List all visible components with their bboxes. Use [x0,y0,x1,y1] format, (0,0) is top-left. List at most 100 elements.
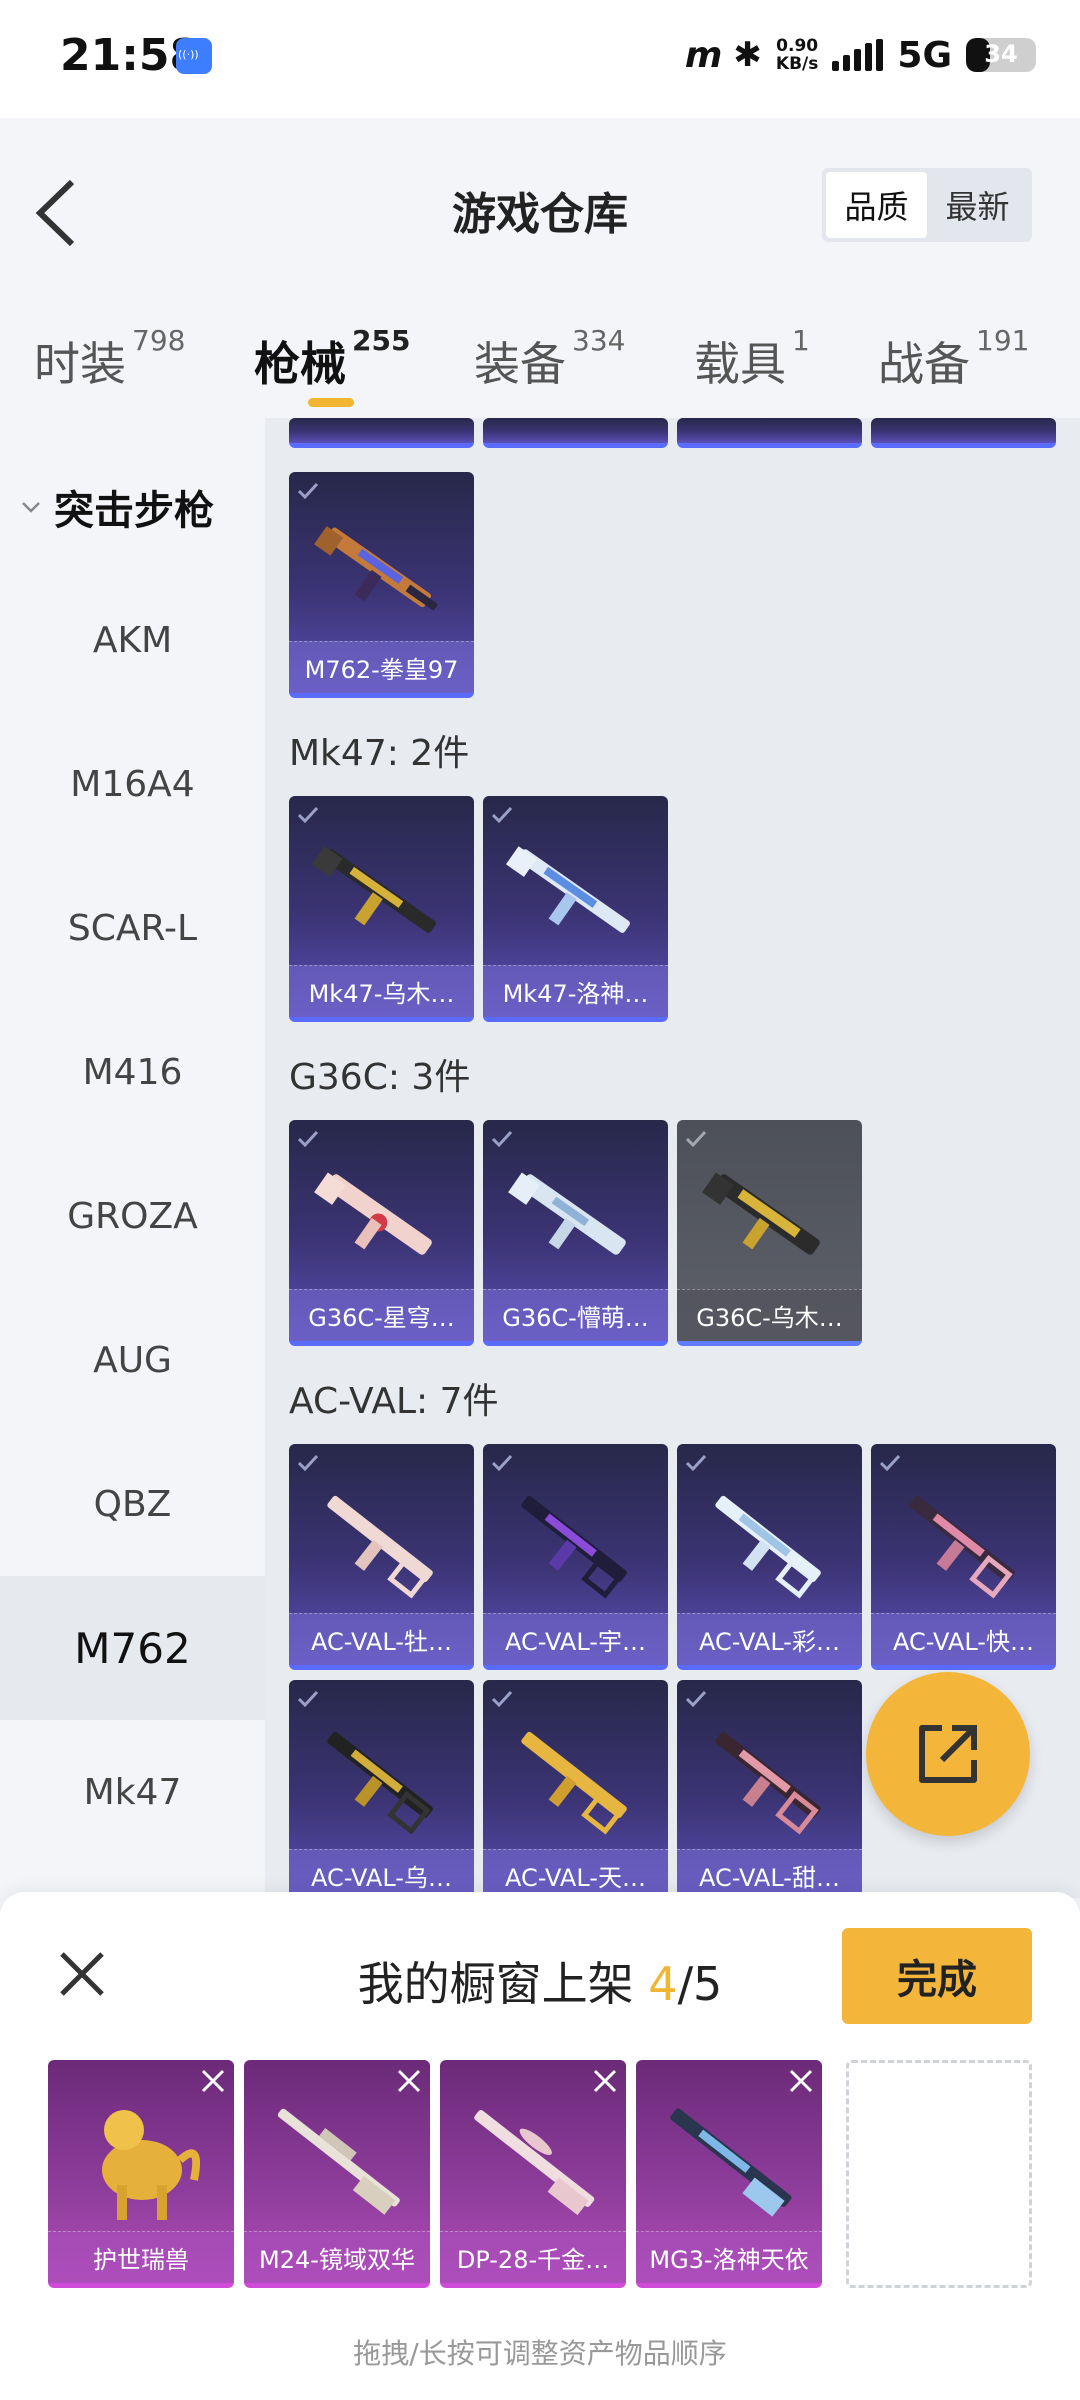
weapon-card[interactable]: AC-VAL-快… [871,1444,1056,1670]
battery-icon: 34 [966,38,1036,72]
check-icon [297,806,319,824]
showcase-item[interactable]: MG3-洛神天依 [636,2060,822,2288]
check-icon [297,1130,319,1148]
battery-level: 34 [984,40,1018,68]
weapon-card[interactable] [871,418,1056,448]
weapon-card-label: AC-VAL-宇… [483,1613,668,1665]
sort-newest-option[interactable]: 最新 [927,172,1028,238]
weapon-card[interactable]: AC-VAL-彩… [677,1444,862,1670]
active-tab-indicator [308,398,354,407]
machine-gun-icon [670,2108,792,2217]
status-bar: 21:58 m ✱ 0.90 KB/s 5G 34 [0,0,1080,118]
rifle-icon [327,1495,433,1599]
weapon-card[interactable]: M762-拳皇97 [289,472,474,698]
network-speed-unit: KB/s [775,54,819,74]
tab-supplies[interactable]: 战备 191 [878,324,1029,394]
rifle-icon [508,1172,626,1255]
check-icon [297,482,319,500]
rifle-icon [314,526,439,611]
network-speed: 0.90 KB/s [776,37,818,73]
sidebar-item-qbz[interactable]: QBZ [0,1432,265,1576]
tab-fashion[interactable]: 时装 798 [34,324,185,394]
weapon-sidebar: 突击步枪 AKM M16A4 SCAR-L M416 GROZA AUG QBZ… [0,418,265,1898]
sidebar-item-mk47[interactable]: Mk47 [0,1720,265,1864]
carrier-logo-icon: m [684,34,722,76]
rifle-icon [314,1172,432,1255]
network-type: 5G [897,34,952,76]
rifle-icon [521,1495,627,1599]
weapon-card-label: AC-VAL-牡… [289,1613,474,1665]
weapon-card[interactable]: Mk47-乌木… [289,796,474,1022]
header: 游戏仓库 品质 最新 时装 798 枪械 255 装备 334 载具 1 战备 191 [0,118,1080,418]
chevron-down-icon [22,502,40,513]
weapon-card-label: AC-VAL-甜… [677,1849,862,1898]
done-button[interactable]: 完成 [842,1928,1032,2024]
tab-vehicles-count: 1 [792,324,810,357]
tab-supplies-count: 191 [976,324,1030,357]
empty-showcase-slot[interactable] [846,2060,1032,2288]
weapon-card[interactable]: AC-VAL-天… [483,1680,668,1898]
tab-guns[interactable]: 枪械 255 [254,324,410,394]
check-icon [685,1130,707,1148]
tab-vehicles[interactable]: 载具 1 [694,324,810,394]
sidebar-item-akm[interactable]: AKM [0,568,265,712]
weapon-card[interactable]: G36C-乌木… [677,1120,862,1346]
showcase-item[interactable]: DP-28-千金… [440,2060,626,2288]
check-icon [685,1690,707,1708]
sidebar-item-m16a4[interactable]: M16A4 [0,712,265,856]
tab-guns-label: 枪械 [254,337,346,391]
weapon-card-label: M762-拳皇97 [289,641,474,693]
rifle-icon [909,1495,1015,1599]
weapon-card[interactable] [289,418,474,448]
share-button[interactable] [866,1672,1030,1836]
showcase-item-label: M24-镜域双华 [244,2231,430,2283]
category-tabs: 时装 798 枪械 255 装备 334 载具 1 战备 191 [0,318,1080,418]
section-title-mk47: Mk47: 2件 [289,733,470,774]
weapon-card-label: AC-VAL-快… [871,1613,1056,1665]
sidebar-item-groza[interactable]: GROZA [0,1144,265,1288]
check-icon [491,1454,513,1472]
tab-guns-count: 255 [352,324,411,357]
sidebar-item-scar-l[interactable]: SCAR-L [0,856,265,1000]
showcase-item[interactable]: 护世瑞兽 [48,2060,234,2288]
rifle-icon [702,1172,820,1255]
weapon-card-label: Mk47-洛神… [483,965,668,1017]
showcase-item-label: DP-28-千金… [440,2231,626,2283]
tab-equipment[interactable]: 装备 334 [474,324,625,394]
check-icon [297,1690,319,1708]
sidebar-group-assault-rifles[interactable]: 突击步枪 [20,478,214,536]
rifle-icon [505,846,630,933]
check-icon [491,1690,513,1708]
tab-vehicles-label: 载具 [694,337,786,391]
sort-toggle[interactable]: 品质 最新 [822,168,1032,242]
showcase-item-label: MG3-洛神天依 [636,2231,822,2283]
weapon-card[interactable]: AC-VAL-乌… [289,1680,474,1898]
sidebar-item-m416[interactable]: M416 [0,1000,265,1144]
weapon-card[interactable] [483,418,668,448]
sniper-rifle-icon [277,2108,400,2215]
check-icon [491,1130,513,1148]
weapon-card[interactable]: Mk47-洛神… [483,796,668,1022]
status-icons: m ✱ 0.90 KB/s 5G 34 [685,30,1036,80]
tab-fashion-count: 798 [132,324,186,357]
weapon-card[interactable]: AC-VAL-宇… [483,1444,668,1670]
check-icon [297,1454,319,1472]
showcase-item[interactable]: M24-镜域双华 [244,2060,430,2288]
sidebar-item-m762[interactable]: M762 [0,1576,265,1720]
sidebar-item-aug[interactable]: AUG [0,1288,265,1432]
weapon-card-label: AC-VAL-彩… [677,1613,862,1665]
sidebar-group-label: 突击步枪 [54,488,214,534]
weapon-card[interactable]: G36C-星穹… [289,1120,474,1346]
check-icon [879,1454,901,1472]
weapon-card-label: Mk47-乌木… [289,965,474,1017]
tab-supplies-label: 战备 [878,337,970,391]
showcase-total: /5 [677,1957,723,2011]
weapon-card[interactable]: AC-VAL-甜… [677,1680,862,1898]
weapon-card[interactable] [677,418,862,448]
sort-quality-option[interactable]: 品质 [826,172,927,238]
tab-equipment-label: 装备 [474,337,566,391]
weapon-card[interactable]: G36C-懵萌… [483,1120,668,1346]
machine-gun-icon [474,2109,595,2216]
weapon-card-label: AC-VAL-乌… [289,1849,474,1898]
weapon-card[interactable]: AC-VAL-牡… [289,1444,474,1670]
